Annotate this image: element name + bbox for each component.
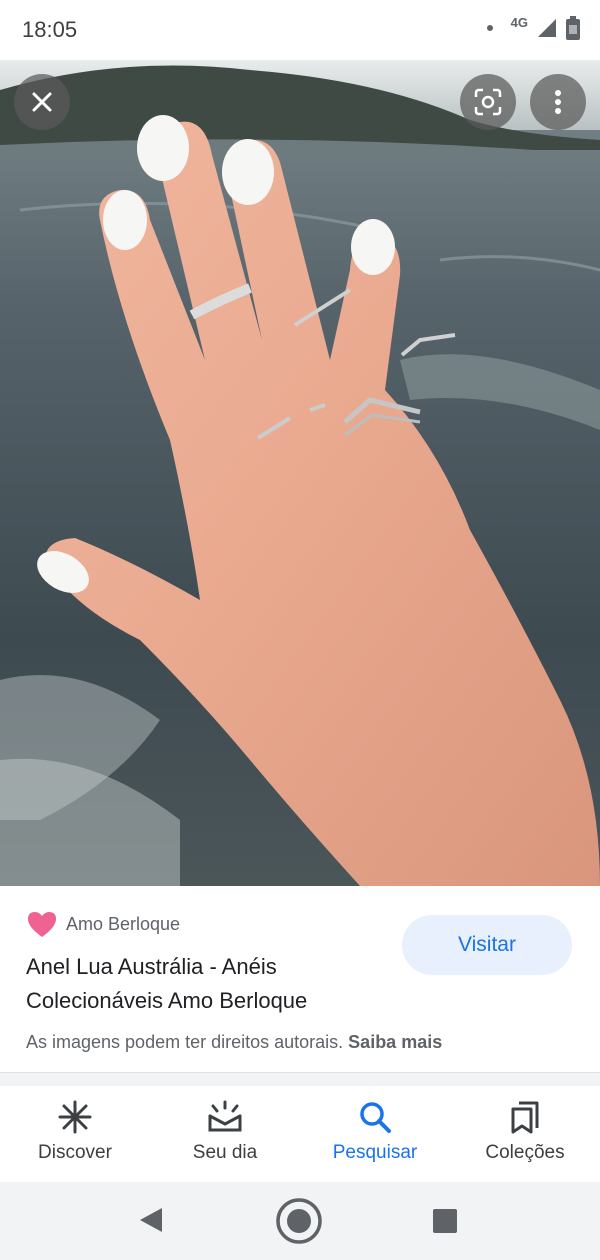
collections-icon — [511, 1101, 539, 1134]
network-type: 4G — [510, 14, 528, 30]
hand-with-rings-image — [0, 60, 600, 886]
more-options-button[interactable] — [530, 74, 586, 130]
copyright-notice: As imagens podem ter direitos autorais. … — [26, 1032, 442, 1053]
status-time: 18:05 — [22, 17, 78, 42]
search-icon — [360, 1102, 391, 1133]
bottom-navigation: Discover Seu dia Pesquisar Coleções — [0, 1086, 600, 1182]
learn-more-link[interactable]: Saiba mais — [348, 1032, 442, 1052]
nav-discover[interactable]: Discover — [0, 1086, 150, 1182]
signal-icon — [538, 19, 556, 37]
status-bar: 18:05 4G — [0, 0, 600, 60]
sunrise-icon — [208, 1100, 242, 1132]
lens-icon — [474, 88, 502, 116]
nav-label-discover: Discover — [38, 1142, 112, 1163]
heart-icon — [28, 912, 56, 937]
close-icon — [32, 92, 52, 112]
lens-button[interactable] — [460, 74, 516, 130]
divider — [0, 1072, 600, 1086]
notification-dot-icon — [486, 25, 493, 31]
source-row[interactable]: Amo Berloque — [26, 910, 180, 938]
back-icon[interactable] — [138, 1206, 164, 1234]
nav-pesquisar[interactable]: Pesquisar — [300, 1086, 450, 1182]
close-button[interactable] — [14, 74, 70, 130]
battery-icon — [566, 16, 580, 40]
result-info-panel: Amo Berloque Anel Lua Austrália - Anéis … — [0, 886, 600, 1072]
visit-button[interactable]: Visitar — [402, 915, 572, 975]
copyright-text: As imagens podem ter direitos autorais. — [26, 1032, 344, 1052]
source-name: Amo Berloque — [66, 913, 181, 934]
result-image[interactable] — [0, 60, 600, 886]
system-navigation-bar — [0, 1182, 600, 1260]
recents-icon[interactable] — [432, 1208, 458, 1234]
result-title[interactable]: Anel Lua Austrália - Anéis Colecionáveis… — [26, 950, 376, 1018]
asterisk-icon — [58, 1100, 92, 1134]
nav-colecoes[interactable]: Coleções — [450, 1086, 600, 1182]
nav-label-seu-dia: Seu dia — [192, 1142, 258, 1163]
home-icon[interactable] — [275, 1197, 323, 1245]
nav-label-pesquisar: Pesquisar — [332, 1142, 418, 1163]
more-vert-icon — [555, 90, 561, 114]
nav-seu-dia[interactable]: Seu dia — [150, 1086, 300, 1182]
nav-label-colecoes: Coleções — [485, 1142, 565, 1163]
status-icons: 4G — [486, 14, 580, 40]
